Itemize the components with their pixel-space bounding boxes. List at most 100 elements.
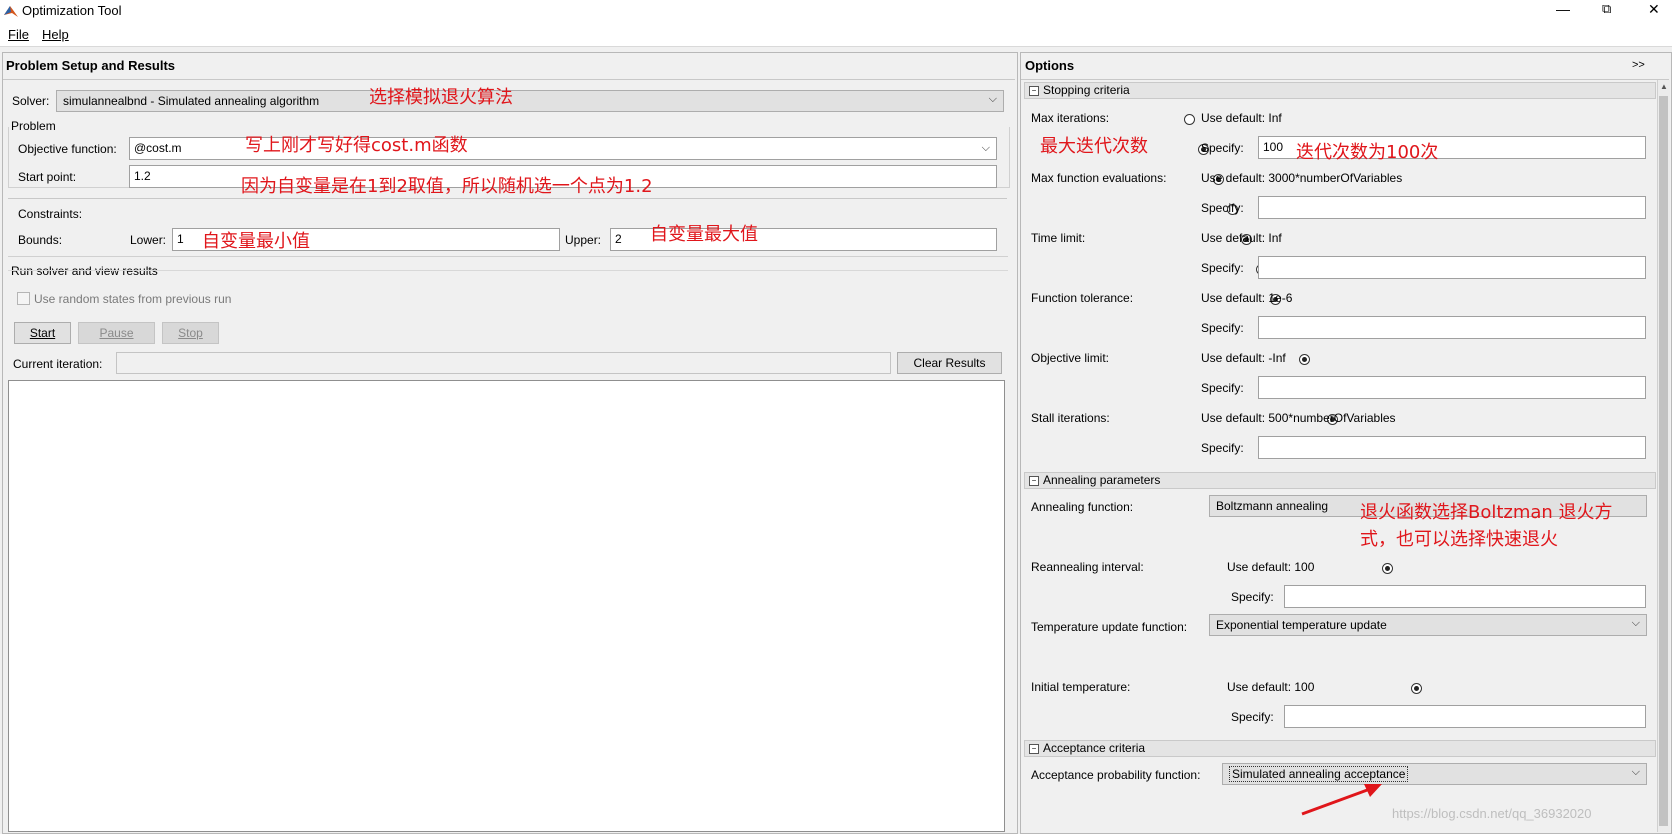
objective-limit-label: Objective limit: bbox=[1031, 351, 1110, 365]
start-button[interactable]: Start bbox=[14, 322, 71, 344]
stall-iterations-label: Stall iterations: bbox=[1031, 411, 1110, 425]
reannealing-input[interactable] bbox=[1284, 585, 1646, 608]
initial-temperature-label: Initial temperature: bbox=[1031, 680, 1131, 694]
chevron-down-icon: ⌵ bbox=[988, 93, 997, 105]
options-header: Options bbox=[1025, 58, 1075, 73]
initial-temperature-input[interactable] bbox=[1284, 705, 1646, 728]
specify-label: Specify: bbox=[1201, 381, 1244, 395]
annotation-arrow-icon bbox=[1301, 784, 1382, 816]
specify-label: Specify: bbox=[1231, 590, 1274, 604]
max-iterations-default-label: Use default: Inf bbox=[1201, 111, 1282, 125]
pause-button-label: Pause bbox=[99, 326, 134, 340]
solver-value: simulannealbnd - Simulated annealing alg… bbox=[63, 94, 320, 108]
annotation-solver: 选择模拟退火算法 bbox=[369, 87, 513, 108]
expand-button[interactable]: >> bbox=[1632, 59, 1645, 71]
start-button-label: Start bbox=[29, 326, 56, 340]
watermark: https://blog.csdn.net/qq_36932020 bbox=[1392, 806, 1592, 821]
function-tolerance-label: Function tolerance: bbox=[1031, 291, 1134, 305]
objective-value: @cost.m bbox=[134, 141, 182, 155]
clear-results-button[interactable]: Clear Results bbox=[897, 352, 1002, 374]
results-area[interactable] bbox=[8, 380, 1005, 832]
reannealing-default-label: Use default: 100 bbox=[1227, 560, 1315, 574]
annealing-parameters-title: Annealing parameters bbox=[1043, 473, 1161, 487]
collapse-icon[interactable]: − bbox=[1029, 743, 1039, 754]
scrollbar-thumb[interactable] bbox=[1659, 96, 1668, 826]
divider bbox=[8, 270, 1008, 271]
acceptance-criteria-header[interactable]: − Acceptance criteria bbox=[1024, 740, 1656, 757]
max-iterations-label: Max iterations: bbox=[1031, 111, 1110, 125]
stall-iterations-default-label: Use default: 500*numberOfVariables bbox=[1201, 411, 1396, 425]
specify-label: Specify: bbox=[1201, 201, 1244, 215]
reannealing-interval-label: Reannealing interval: bbox=[1031, 560, 1144, 574]
solver-select[interactable]: simulannealbnd - Simulated annealing alg… bbox=[56, 90, 1004, 112]
specify-label: Specify: bbox=[1231, 710, 1274, 724]
acceptance-probability-select[interactable]: Simulated annealing acceptance ⌵ bbox=[1222, 763, 1647, 785]
chevron-down-icon: ⌵ bbox=[1631, 766, 1640, 778]
annotation-upper: 自变量最大值 bbox=[650, 224, 758, 245]
menu-help[interactable]: Help bbox=[42, 27, 69, 42]
scroll-up-icon[interactable]: ▲ bbox=[1660, 82, 1668, 91]
menu-bar: File Help bbox=[0, 22, 1672, 47]
temperature-update-label: Temperature update function: bbox=[1031, 620, 1188, 634]
collapse-icon[interactable]: − bbox=[1029, 85, 1039, 96]
constraints-label: Constraints: bbox=[18, 207, 83, 221]
bounds-label: Bounds: bbox=[18, 233, 63, 247]
function-tolerance-input[interactable] bbox=[1258, 316, 1646, 339]
current-iteration-field bbox=[116, 352, 891, 374]
annotation-start: 因为自变量是在1到2取值，所以随机选一个点为1.2 bbox=[241, 176, 653, 197]
annealing-function-label: Annealing function: bbox=[1031, 500, 1134, 514]
annotation-objective: 写上刚才写好得cost.m函数 bbox=[245, 135, 468, 156]
chevron-down-icon: ⌵ bbox=[1631, 617, 1640, 629]
temperature-update-select[interactable]: Exponential temperature update ⌵ bbox=[1209, 614, 1647, 636]
annotation-anneal-line1: 退火函数选择Boltzman 退火方 bbox=[1360, 502, 1613, 523]
stopping-criteria-title: Stopping criteria bbox=[1043, 83, 1130, 97]
matlab-logo-icon bbox=[4, 6, 18, 17]
annotation-lower: 自变量最小值 bbox=[202, 231, 310, 252]
clear-results-label: Clear Results bbox=[913, 356, 986, 370]
specify-label: Specify: bbox=[1201, 261, 1244, 275]
divider bbox=[8, 198, 1007, 199]
time-limit-input[interactable] bbox=[1258, 256, 1646, 279]
time-limit-label: Time limit: bbox=[1031, 231, 1086, 245]
stop-button-label: Stop bbox=[178, 326, 203, 340]
stall-iterations-input[interactable] bbox=[1258, 436, 1646, 459]
specify-label: Specify: bbox=[1201, 441, 1244, 455]
divider bbox=[3, 79, 1015, 80]
start-point-label: Start point: bbox=[18, 170, 77, 184]
specify-label: Specify: bbox=[1201, 141, 1244, 155]
specify-label: Specify: bbox=[1201, 321, 1244, 335]
temperature-update-value: Exponential temperature update bbox=[1216, 618, 1387, 632]
stopping-criteria-header[interactable]: − Stopping criteria bbox=[1024, 82, 1656, 99]
run-solver-label: Run solver and view results bbox=[11, 264, 158, 278]
current-iteration-label: Current iteration: bbox=[13, 357, 103, 371]
acceptance-criteria-title: Acceptance criteria bbox=[1043, 741, 1146, 755]
objective-limit-input[interactable] bbox=[1258, 376, 1646, 399]
random-states-label: Use random states from previous run bbox=[34, 292, 232, 306]
annotation-anneal-line2: 式，也可以选择快速退火 bbox=[1360, 529, 1558, 550]
lower-label: Lower: bbox=[130, 233, 167, 247]
upper-label: Upper: bbox=[565, 233, 602, 247]
max-fev-label: Max function evaluations: bbox=[1031, 171, 1167, 185]
menu-file[interactable]: File bbox=[8, 27, 29, 42]
options-scrollbar[interactable]: ▲ bbox=[1657, 80, 1670, 832]
annotation-max-iter: 最大迭代次数 bbox=[1040, 136, 1148, 157]
problem-setup-header: Problem Setup and Results bbox=[6, 58, 176, 73]
max-fev-default-label: Use default: 3000*numberOfVariables bbox=[1201, 171, 1403, 185]
random-states-checkbox[interactable] bbox=[17, 292, 30, 305]
solver-label: Solver: bbox=[12, 94, 50, 108]
restore-button[interactable]: ⧉ bbox=[1602, 1, 1611, 17]
chevron-down-icon: ⌵ bbox=[981, 142, 990, 154]
function-tolerance-default-label: Use default: 1e-6 bbox=[1201, 291, 1293, 305]
time-limit-default-label: Use default: Inf bbox=[1201, 231, 1282, 245]
annotation-iter-count: 迭代次数为100次 bbox=[1296, 142, 1439, 163]
collapse-icon[interactable]: − bbox=[1029, 475, 1039, 486]
close-button[interactable]: ✕ bbox=[1648, 1, 1660, 18]
stop-button[interactable]: Stop bbox=[162, 322, 219, 344]
pause-button[interactable]: Pause bbox=[78, 322, 155, 344]
window-title: Optimization Tool bbox=[22, 3, 122, 18]
max-fev-input[interactable] bbox=[1258, 196, 1646, 219]
annealing-parameters-header[interactable]: − Annealing parameters bbox=[1024, 472, 1656, 489]
minimize-button[interactable]: — bbox=[1556, 1, 1570, 17]
initial-temperature-default-label: Use default: 100 bbox=[1227, 680, 1315, 694]
objective-label: Objective function: bbox=[18, 142, 117, 156]
